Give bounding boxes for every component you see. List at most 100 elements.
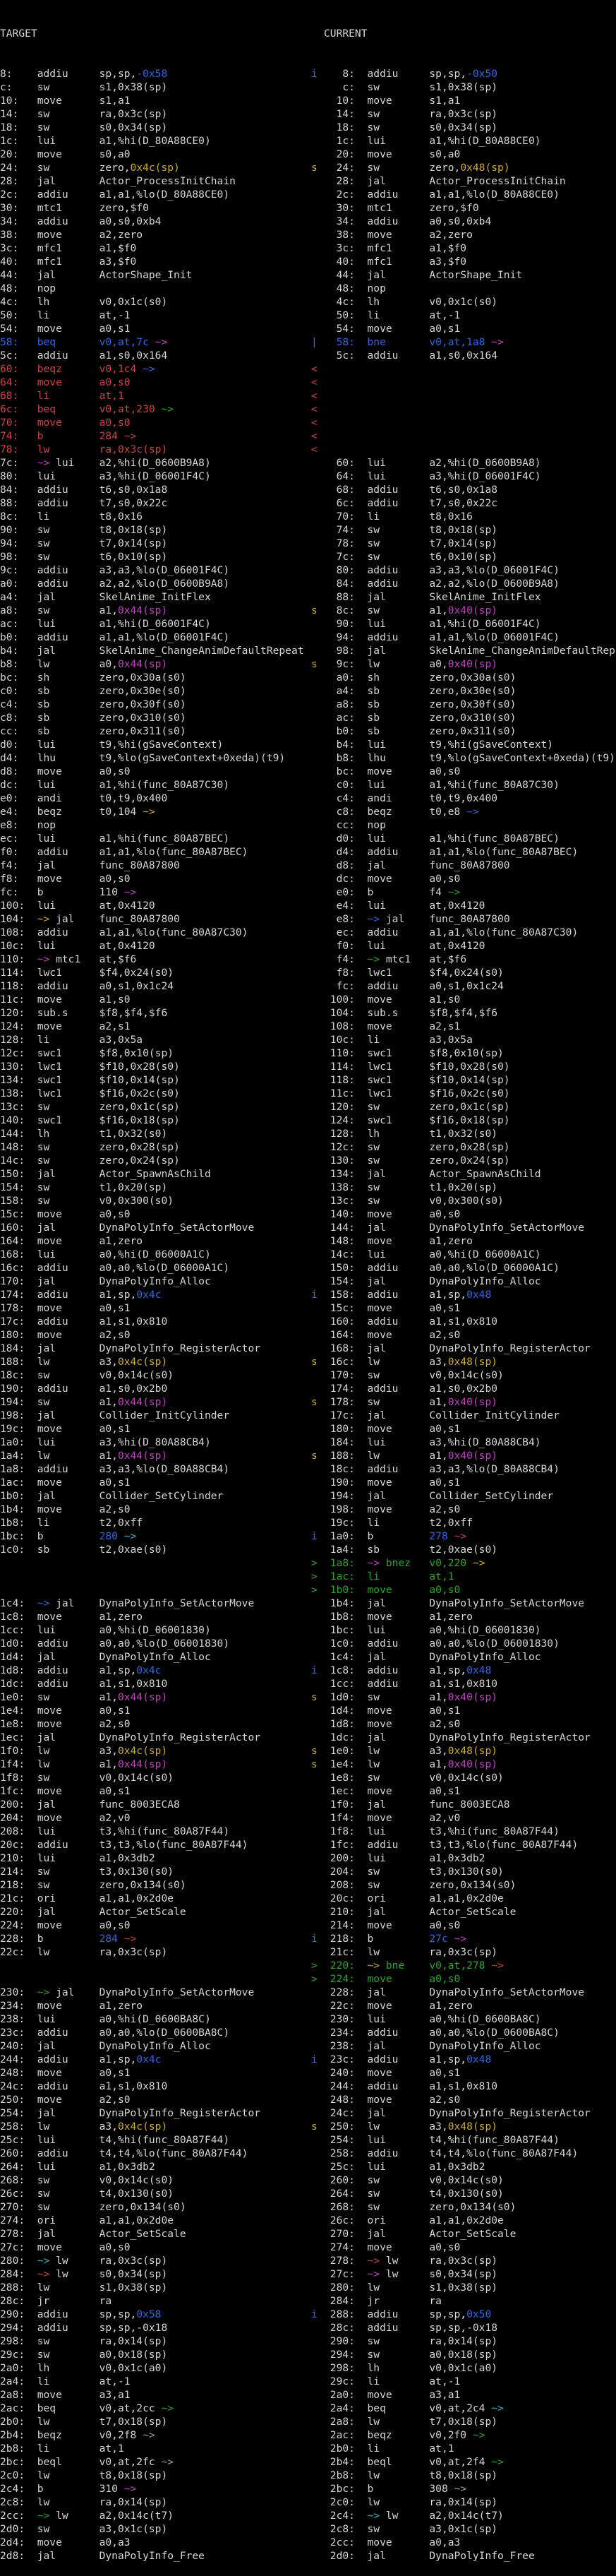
asm-line-target: 21c: ori a1,a1,0x2d0e [0, 1892, 311, 1905]
diff-marker [311, 698, 324, 711]
diff-marker [311, 899, 324, 912]
asm-row: 198: jal Collider_InitCylinder 17c: jal … [0, 1409, 616, 1422]
asm-instruction: 214: move a0,s0 [324, 1919, 460, 1931]
asm-instruction: f0: lui at,0x4120 [324, 940, 485, 952]
asm-instruction: 224: move a0,s0 [324, 1973, 460, 1985]
asm-line-current: 244: addiu a1,s1,0x810 [324, 2080, 616, 2093]
asm-instruction: f8: move a0,s0 [0, 873, 131, 885]
asm-instruction: 15c: move a0,s0 [0, 1208, 131, 1220]
asm-line-target: 2b8: li at,1 [0, 2442, 311, 2455]
asm-instruction: f8: lwc1 $f4,0x24(s0) [324, 967, 504, 979]
asm-instruction: b0: addiu a1,a1,%lo(D_06001F4C) [0, 631, 229, 643]
asm-row: 94: sw t7,0x14(sp) 78: sw t7,0x14(sp) [0, 537, 616, 550]
asm-instruction: 140: swc1 $f16,0x18(sp) [0, 1114, 180, 1126]
asm-row: 284: ~> lw s0,0x34(sp) 27c: ~> lw s0,0x3… [0, 2267, 616, 2281]
asm-instruction: 8: addiu sp,sp,-0x50 [324, 68, 497, 80]
asm-row: 14: sw ra,0x3c(sp) 14: sw ra,0x3c(sp) [0, 107, 616, 121]
asm-instruction: 6c: beq v0,at,230 ~> [0, 403, 174, 415]
asm-row: 22c: lw ra,0x3c(sp) 21c: lw ra,0x3c(sp) [0, 1945, 616, 1959]
diff-marker [311, 1409, 324, 1422]
asm-line-target: 264: lui a1,0x3db2 [0, 2160, 311, 2174]
asm-instruction: 2ac: beqz v0,2f0 ~> [324, 2429, 485, 2441]
asm-row: 29c: sw a0,0x18(sp) 294: sw a0,0x18(sp) [0, 2348, 616, 2361]
asm-line-target: 60: beqz v0,1c4 ~> [0, 362, 311, 376]
asm-instruction: 198: jal Collider_InitCylinder [0, 1409, 229, 1421]
asm-instruction: 104: sub.s $f8,$f4,$f6 [324, 1007, 497, 1019]
asm-instruction: 150: addiu a0,a0,%lo(D_06000A1C) [324, 1262, 560, 1274]
diff-header-row: TARGET CURRENT [0, 27, 616, 40]
asm-line-target: 118: addiu a0,s1,0x1c24 [0, 979, 311, 993]
diff-marker [311, 242, 324, 255]
asm-instruction: 18: sw s0,0x34(sp) [324, 121, 497, 133]
asm-line-current: 134: jal Actor_SpawnAsChild [324, 1167, 616, 1181]
asm-line-current: 140: move a0,s0 [324, 1208, 616, 1221]
diff-marker [311, 2455, 324, 2469]
asm-instruction: 200: lui a1,0x3db2 [324, 1852, 485, 1864]
asm-instruction: 17c: addiu a1,s1,0x810 [0, 1316, 167, 1328]
asm-instruction: 278: ~> lw ra,0x3c(sp) [324, 2255, 497, 2267]
asm-row: 1e8: move a2,s0 1d8: move a2,s0 [0, 1717, 616, 1731]
diff-marker [311, 564, 324, 577]
asm-instruction: 58: beq v0,at,7c ~> [0, 336, 167, 348]
asm-line-target: 1d8: addiu a1,sp,0x4c [0, 1664, 311, 1677]
asm-instruction: 20c: ori a1,a1,0x2d0e [324, 1892, 504, 1904]
diff-marker: < [311, 362, 324, 376]
asm-line-current: 110: swc1 $f8,0x10(sp) [324, 1046, 616, 1060]
asm-line-current: 30: mtc1 zero,$f0 [324, 201, 616, 215]
asm-line-current: 1c4: jal DynaPolyInfo_Alloc [324, 1650, 616, 1664]
asm-line-target: 1b0: jal Collider_SetCylinder [0, 1489, 311, 1503]
asm-instruction: 8: addiu sp,sp,-0x58 [0, 68, 167, 80]
asm-line-target: 4c: lh v0,0x1c(s0) [0, 295, 311, 309]
asm-row: 50: li at,-1 50: li at,-1 [0, 309, 616, 322]
diff-marker [311, 1422, 324, 1436]
asm-row: > 1ac: li at,1 [0, 1570, 616, 1583]
asm-line-current: 94: addiu a1,a1,%lo(D_06001F4C) [324, 631, 616, 644]
asm-instruction: 1c4: jal DynaPolyInfo_Alloc [324, 1651, 541, 1663]
asm-row: 100: lui at,0x4120 e4: lui at,0x4120 [0, 899, 616, 912]
asm-row: 2d0: sw a3,0x1c(sp) 2c8: sw a3,0x1c(sp) [0, 2522, 616, 2536]
asm-instruction: 1a4: lw a1,0x44(sp) [0, 1450, 167, 1462]
asm-line-target: 114: lwc1 $f4,0x24(s0) [0, 966, 311, 979]
asm-line-current: 108: move a2,s1 [324, 1020, 616, 1033]
asm-instruction: 170: sw v0,0x14c(s0) [324, 1369, 504, 1381]
asm-line-current: 1c8: addiu a1,sp,0x48 [324, 1664, 616, 1677]
asm-instruction: 298: sw ra,0x14(sp) [0, 2335, 167, 2347]
asm-instruction: 60: beqz v0,1c4 ~> [0, 363, 155, 375]
asm-line-current: 160: addiu a1,s1,0x810 [324, 1315, 616, 1328]
asm-line-target: 254: jal DynaPolyInfo_RegisterActor [0, 2106, 311, 2120]
asm-instruction: cc: nop [324, 819, 429, 831]
diff-marker [311, 2241, 324, 2254]
asm-line-current: c8: beqz t0,e8 ~> [324, 805, 616, 818]
asm-row: 158: sw v0,0x300(s0) 13c: sw v0,0x300(s0… [0, 1194, 616, 1208]
asm-line-current: 164: move a2,s0 [324, 1328, 616, 1342]
diff-marker [311, 2469, 324, 2482]
asm-instruction: 13c: sw zero,0x1c(sp) [0, 1101, 180, 1113]
asm-instruction: 54: move a0,s1 [0, 323, 131, 335]
diff-marker [311, 1999, 324, 2012]
asm-instruction: 94: sw t7,0x14(sp) [0, 537, 167, 549]
asm-row: 88: addiu t7,s0,0x22c 6c: addiu t7,s0,0x… [0, 496, 616, 510]
asm-instruction: e8: ~> jal func_80A87800 [324, 913, 510, 925]
diff-marker [311, 617, 324, 631]
asm-instruction: 12c: swc1 $f8,0x10(sp) [0, 1047, 174, 1059]
asm-line-target: 1a4: lw a1,0x44(sp) [0, 1449, 311, 1462]
asm-row: 1f4: lw a1,0x44(sp)s 1e4: lw a1,0x40(sp) [0, 1758, 616, 1771]
asm-instruction: 4c: lh v0,0x1c(s0) [324, 296, 497, 308]
asm-line-current: 1dc: jal DynaPolyInfo_RegisterActor [324, 1731, 616, 1744]
diff-marker [311, 2348, 324, 2361]
asm-instruction: 1f0: jal func_8003ECA8 [324, 1799, 510, 1811]
asm-line-target: 144: lh t1,0x32(s0) [0, 1127, 311, 1140]
asm-instruction: 160: jal DynaPolyInfo_SetActorMove [0, 1222, 254, 1234]
asm-line-target: 8c: li t8,0x16 [0, 510, 311, 523]
asm-line-current: 2d0: jal DynaPolyInfo_Free [324, 2549, 616, 2563]
asm-line-current: 13c: sw v0,0x300(s0) [324, 1194, 616, 1208]
diff-marker: < [311, 443, 324, 456]
asm-row: 1ac: move a0,s1 190: move a0,s1 [0, 1476, 616, 1489]
asm-row: 174: addiu a1,sp,0x4ci 158: addiu a1,sp,… [0, 1288, 616, 1301]
asm-row: 38: move a2,zero 38: move a2,zero [0, 228, 616, 242]
asm-instruction: c4: andi t0,t9,0x400 [324, 792, 497, 804]
asm-row: 30: mtc1 zero,$f0 30: mtc1 zero,$f0 [0, 201, 616, 215]
asm-instruction: 264: lui a1,0x3db2 [0, 2161, 155, 2173]
asm-line-current: 2b4: beql v0,at,2f4 ~> [324, 2455, 616, 2469]
asm-line-current: 5c: addiu a1,s0,0x164 [324, 349, 616, 362]
